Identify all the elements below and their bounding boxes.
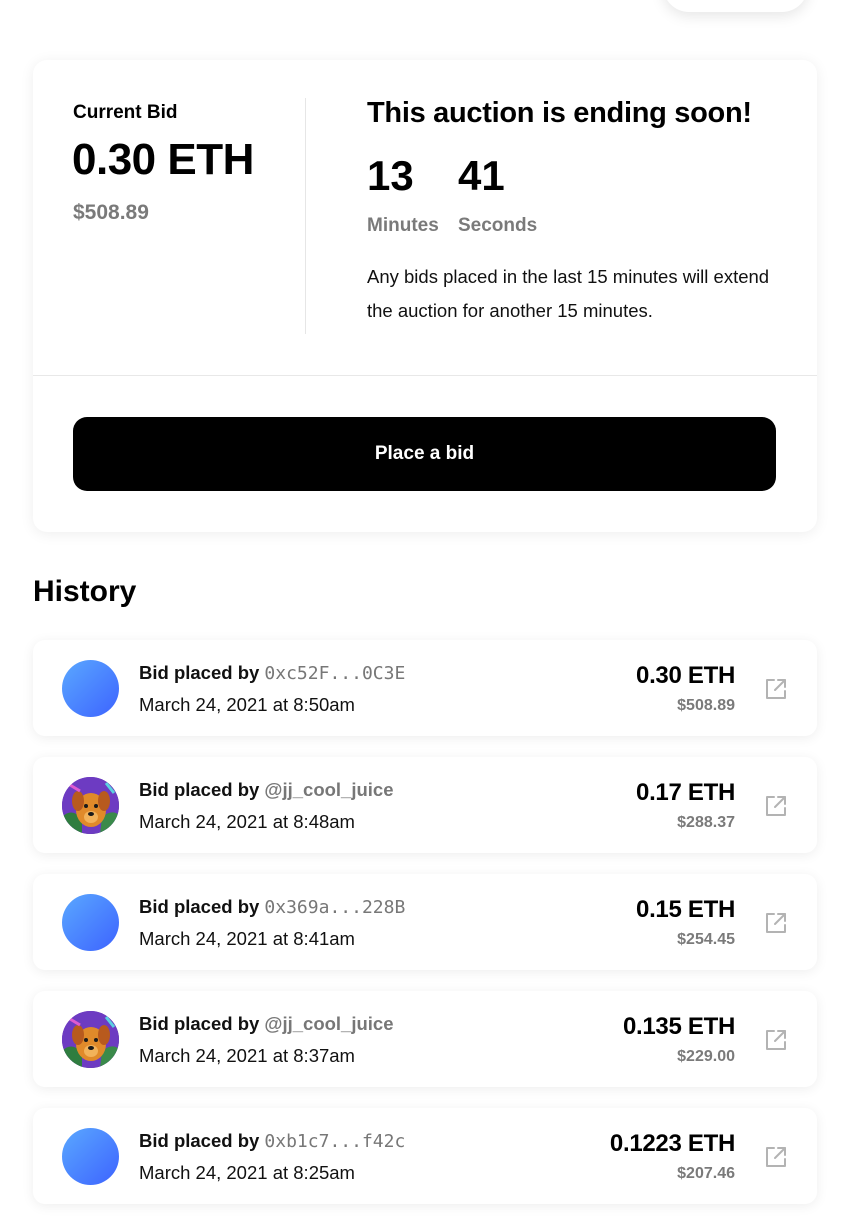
gradient-avatar[interactable] xyxy=(62,1128,119,1185)
current-bid-label: Current Bid xyxy=(73,102,178,123)
countdown-seconds-value: 41 xyxy=(458,152,505,199)
bid-amount-eth: 0.15 ETH xyxy=(636,896,735,923)
countdown-minutes-value: 13 xyxy=(367,152,414,199)
bid-history-row: Bid placed by @jj_cool_juice March 24, 2… xyxy=(33,991,817,1087)
external-link-icon[interactable] xyxy=(764,1028,788,1052)
bid-amount-usd: $207.46 xyxy=(677,1165,735,1182)
auction-ending-title: This auction is ending soon! xyxy=(367,97,752,129)
countdown-minutes-label: Minutes xyxy=(367,215,439,236)
bid-placed-by-label: Bid placed by xyxy=(139,662,260,683)
external-link-icon[interactable] xyxy=(764,677,788,701)
external-link-icon[interactable] xyxy=(764,794,788,818)
bid-history-row: Bid placed by 0xc52F...0C3E March 24, 20… xyxy=(33,640,817,736)
auction-extension-notice: Any bids placed in the last 15 minutes w… xyxy=(367,266,770,321)
bid-history-row: Bid placed by 0xb1c7...f42c March 24, 20… xyxy=(33,1108,817,1204)
bid-placed-by: Bid placed by 0xb1c7...f42c xyxy=(139,1130,405,1152)
bidder-handle[interactable]: @jj_cool_juice xyxy=(264,779,393,800)
gradient-avatar[interactable] xyxy=(62,660,119,717)
current-bid-eth: 0.30 ETH xyxy=(72,135,254,184)
gradient-avatar[interactable] xyxy=(62,894,119,951)
bid-placed-by-label: Bid placed by xyxy=(139,1130,260,1151)
bid-amount-eth: 0.17 ETH xyxy=(636,779,735,806)
bid-date: March 24, 2021 at 8:41am xyxy=(139,928,355,949)
bidder-address[interactable]: 0x369a...228B xyxy=(264,897,405,918)
countdown-seconds-label: Seconds xyxy=(458,215,538,236)
external-link-icon[interactable] xyxy=(764,1145,788,1169)
bid-placed-by-label: Bid placed by xyxy=(139,779,260,800)
bidder-address[interactable]: 0xc52F...0C3E xyxy=(264,663,405,684)
bid-placed-by: Bid placed by @jj_cool_juice xyxy=(139,779,394,801)
bid-amount-usd: $508.89 xyxy=(677,697,735,714)
horizontal-divider xyxy=(33,375,817,376)
dog-avatar[interactable] xyxy=(62,777,119,834)
bid-date: March 24, 2021 at 8:25am xyxy=(139,1162,355,1183)
bid-amount-eth: 0.30 ETH xyxy=(636,662,735,689)
bid-amount-usd: $288.37 xyxy=(677,814,735,831)
external-link-icon[interactable] xyxy=(764,911,788,935)
bid-history-list: Bid placed by 0xc52F...0C3E March 24, 20… xyxy=(33,640,817,1225)
bid-history-row: Bid placed by @jj_cool_juice March 24, 2… xyxy=(33,757,817,853)
auction-card: Current Bid 0.30 ETH $508.89 This auctio… xyxy=(33,60,817,532)
bid-placed-by: Bid placed by 0xc52F...0C3E xyxy=(139,662,405,684)
history-title: History xyxy=(33,575,137,608)
bid-amount-usd: $254.45 xyxy=(677,931,735,948)
bid-amount-eth: 0.1223 ETH xyxy=(609,1130,735,1157)
bidder-handle[interactable]: @jj_cool_juice xyxy=(264,1013,393,1034)
bid-date: March 24, 2021 at 8:48am xyxy=(139,811,355,832)
place-bid-button[interactable]: Place a bid xyxy=(73,417,776,491)
current-bid-usd: $508.89 xyxy=(73,201,149,224)
vertical-divider xyxy=(305,98,306,334)
bid-date: March 24, 2021 at 8:37am xyxy=(139,1045,355,1066)
bid-amount-usd: $229.00 xyxy=(677,1048,735,1065)
bid-date: March 24, 2021 at 8:50am xyxy=(139,694,355,715)
bidder-address[interactable]: 0xb1c7...f42c xyxy=(264,1131,405,1152)
bid-placed-by: Bid placed by @jj_cool_juice xyxy=(139,1013,394,1035)
top-pill-button[interactable] xyxy=(663,0,808,12)
bid-placed-by-label: Bid placed by xyxy=(139,896,260,917)
bid-placed-by-label: Bid placed by xyxy=(139,1013,260,1034)
bid-history-row: Bid placed by 0x369a...228B March 24, 20… xyxy=(33,874,817,970)
bid-placed-by: Bid placed by 0x369a...228B xyxy=(139,896,405,918)
dog-avatar[interactable] xyxy=(62,1011,119,1068)
bid-amount-eth: 0.135 ETH xyxy=(622,1013,735,1040)
